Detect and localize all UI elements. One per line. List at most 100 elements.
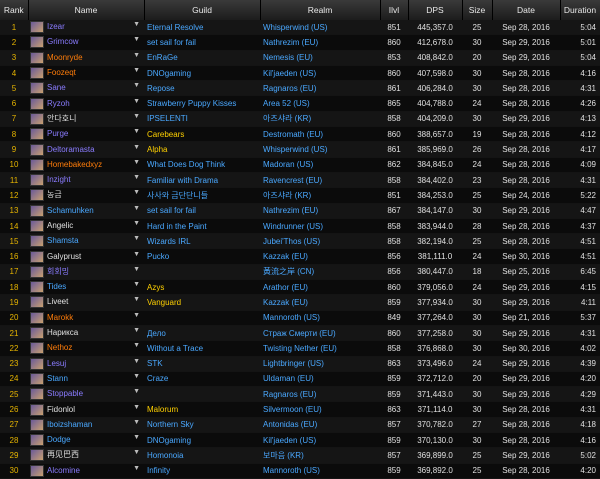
realm-link[interactable]: Antonidas (EU) [260, 417, 380, 434]
realm-link[interactable]: Twisting Nether (EU) [260, 340, 380, 357]
table-row[interactable]: 15 Shamsta ▼ Wizards IRL Jubei'Thos (US) 858 3… [0, 233, 600, 250]
player-name-link[interactable]: Liveet [47, 298, 68, 307]
col-dps-header[interactable]: DPS [408, 0, 463, 20]
realm-link[interactable]: Ragnaros (EU) [260, 386, 380, 403]
realm-link[interactable]: 아즈샤라 (KR) [260, 187, 380, 204]
player-name-link[interactable]: Galyprust [47, 252, 81, 261]
guild-link[interactable]: DNOgaming [144, 432, 260, 449]
guild-link[interactable]: Malorum [144, 401, 260, 418]
chevron-down-icon[interactable]: ▼ [133, 220, 140, 227]
table-row[interactable]: 6 Ryzoh ▼ Strawberry Puppy Kisses Area 52 (U… [0, 95, 600, 112]
chevron-down-icon[interactable]: ▼ [133, 98, 140, 105]
chevron-down-icon[interactable]: ▼ [133, 419, 140, 426]
guild-link[interactable]: Alpha [144, 141, 260, 158]
realm-link[interactable]: Uldaman (EU) [260, 371, 380, 388]
chevron-down-icon[interactable]: ▼ [133, 189, 140, 196]
player-name-link[interactable]: Ryzoh [47, 99, 70, 108]
guild-link[interactable]: STK [144, 356, 260, 372]
player-name-link[interactable]: Sane [47, 83, 66, 92]
table-row[interactable]: 8 Purge ▼ Carebears Destromath (EU) 860 388,65… [0, 126, 600, 143]
player-name-link[interactable]: Fidonlol [47, 405, 75, 414]
col-ilvl-header[interactable]: Ilvl [380, 0, 409, 20]
table-row[interactable]: 21 Нарикса ▼ Дело Страж Смерти (EU) 860 377,25… [0, 325, 600, 342]
player-name-link[interactable]: Angelic [47, 221, 73, 230]
player-name-link[interactable]: 再见巴西 [47, 451, 79, 460]
player-name-link[interactable]: Stoppable [47, 389, 83, 398]
chevron-down-icon[interactable]: ▼ [133, 21, 140, 28]
guild-link[interactable] [144, 310, 260, 326]
chevron-down-icon[interactable]: ▼ [133, 36, 140, 43]
col-duration-header[interactable]: Duration [560, 0, 600, 20]
chevron-down-icon[interactable]: ▼ [133, 235, 140, 242]
chevron-down-icon[interactable]: ▼ [133, 174, 140, 181]
guild-link[interactable]: Vanguard [144, 294, 260, 311]
guild-link[interactable]: Strawberry Puppy Kisses [144, 95, 260, 112]
realm-link[interactable]: Mannoroth (US) [260, 310, 380, 326]
player-name-link[interactable]: Grimcow [47, 38, 79, 47]
table-row[interactable]: 4 Foozeqt ▼ DNOgaming Kil'jaeden (US) 860 407,… [0, 65, 600, 82]
guild-link[interactable]: 사사와 금단단니들 [144, 187, 260, 204]
realm-link[interactable]: Kil'jaeden (US) [260, 432, 380, 449]
chevron-down-icon[interactable]: ▼ [133, 404, 140, 411]
player-name-link[interactable]: Dodge [47, 435, 71, 444]
chevron-down-icon[interactable]: ▼ [133, 296, 140, 303]
table-row[interactable]: 18 Tides ▼ Azys Arathor (EU) 860 379,056.0 24 Se… [0, 279, 600, 296]
realm-link[interactable]: 黃流之岸 (CN) [260, 264, 380, 281]
player-name-link[interactable]: Stann [47, 374, 68, 383]
chevron-down-icon[interactable]: ▼ [133, 205, 140, 212]
realm-link[interactable]: Whisperwind (US) [260, 141, 380, 158]
chevron-down-icon[interactable]: ▼ [133, 312, 140, 319]
chevron-down-icon[interactable]: ▼ [133, 82, 140, 89]
table-row[interactable]: 24 Stann ▼ Craze Uldaman (EU) 859 372,712.0 20 S… [0, 371, 600, 388]
guild-link[interactable]: Eternal Resolve [144, 20, 260, 36]
player-name-link[interactable]: Homebakedxyz [47, 160, 102, 169]
realm-link[interactable]: Kazzak (EU) [260, 248, 380, 265]
chevron-down-icon[interactable]: ▼ [133, 67, 140, 74]
player-name-link[interactable]: Purge [47, 129, 68, 138]
guild-link[interactable]: EnRaGe [144, 50, 260, 66]
guild-link[interactable]: Carebears [144, 126, 260, 143]
chevron-down-icon[interactable]: ▼ [133, 266, 140, 273]
table-row[interactable]: 27 Iboizshaman ▼ Northern Sky Antonidas (EU)… [0, 417, 600, 434]
table-row[interactable]: 11 Inzight ▼ Familiar with Drama Ravencrest … [0, 172, 600, 189]
realm-link[interactable]: 아즈샤라 (KR) [260, 111, 380, 128]
chevron-down-icon[interactable]: ▼ [133, 449, 140, 456]
guild-link[interactable]: Repose [144, 80, 260, 97]
chevron-down-icon[interactable]: ▼ [133, 373, 140, 380]
guild-link[interactable]: DNOgaming [144, 65, 260, 82]
realm-link[interactable]: Nathrezim (EU) [260, 34, 380, 51]
table-row[interactable]: 12 농금 ▼ 사사와 금단단니들 아즈샤라 (KR) 851 384,253.0 25 Sep… [0, 187, 600, 204]
chevron-down-icon[interactable]: ▼ [133, 434, 140, 441]
table-row[interactable]: 3 Moonryde ▼ EnRaGe Nemesis (EU) 853 408,842.0… [0, 50, 600, 66]
chevron-down-icon[interactable]: ▼ [133, 465, 140, 472]
chevron-down-icon[interactable]: ▼ [133, 251, 140, 258]
realm-link[interactable]: Ravencrest (EU) [260, 172, 380, 189]
table-row[interactable]: 28 Dodge ▼ DNOgaming Kil'jaeden (US) 859 370,1… [0, 432, 600, 449]
realm-link[interactable]: Arathor (EU) [260, 279, 380, 296]
guild-link[interactable]: Northern Sky [144, 417, 260, 434]
guild-link[interactable]: Wizards IRL [144, 233, 260, 250]
guild-link[interactable]: Pucko [144, 248, 260, 265]
table-row[interactable]: 26 Fidonlol ▼ Malorum Silvermoon (EU) 863 371,… [0, 401, 600, 418]
guild-link[interactable]: Azys [144, 279, 260, 296]
table-row[interactable]: 10 Homebakedxyz ▼ What Does Dog Think Madora… [0, 157, 600, 173]
realm-link[interactable]: Страж Смерти (EU) [260, 325, 380, 342]
col-name-header[interactable]: Name [28, 0, 145, 20]
table-row[interactable]: 17 회회밍 ▼ 黃流之岸 (CN) 856 380,447.0 18 Sep 25, 201… [0, 264, 600, 281]
chevron-down-icon[interactable]: ▼ [133, 128, 140, 135]
player-name-link[interactable]: 안다호니 [47, 114, 76, 123]
realm-link[interactable]: Kazzak (EU) [260, 294, 380, 311]
player-name-link[interactable]: Iboizshaman [47, 420, 92, 429]
table-row[interactable]: 13 Schamuhken ▼ set sail for fail Nathrezim … [0, 203, 600, 219]
table-row[interactable]: 25 Stoppable ▼ Ragnaros (EU) 859 371,443.0 30 S… [0, 386, 600, 403]
guild-link[interactable]: Hard in the Paint [144, 218, 260, 235]
guild-link[interactable]: IPSELENTI [144, 111, 260, 128]
realm-link[interactable]: Mannoroth (US) [260, 463, 380, 479]
player-name-link[interactable]: Marokk [47, 313, 73, 322]
guild-link[interactable]: What Does Dog Think [144, 157, 260, 173]
player-name-link[interactable]: Nethoz [47, 343, 72, 352]
chevron-down-icon[interactable]: ▼ [133, 113, 140, 120]
chevron-down-icon[interactable]: ▼ [133, 144, 140, 151]
chevron-down-icon[interactable]: ▼ [133, 342, 140, 349]
col-size-header[interactable]: Size [462, 0, 493, 20]
